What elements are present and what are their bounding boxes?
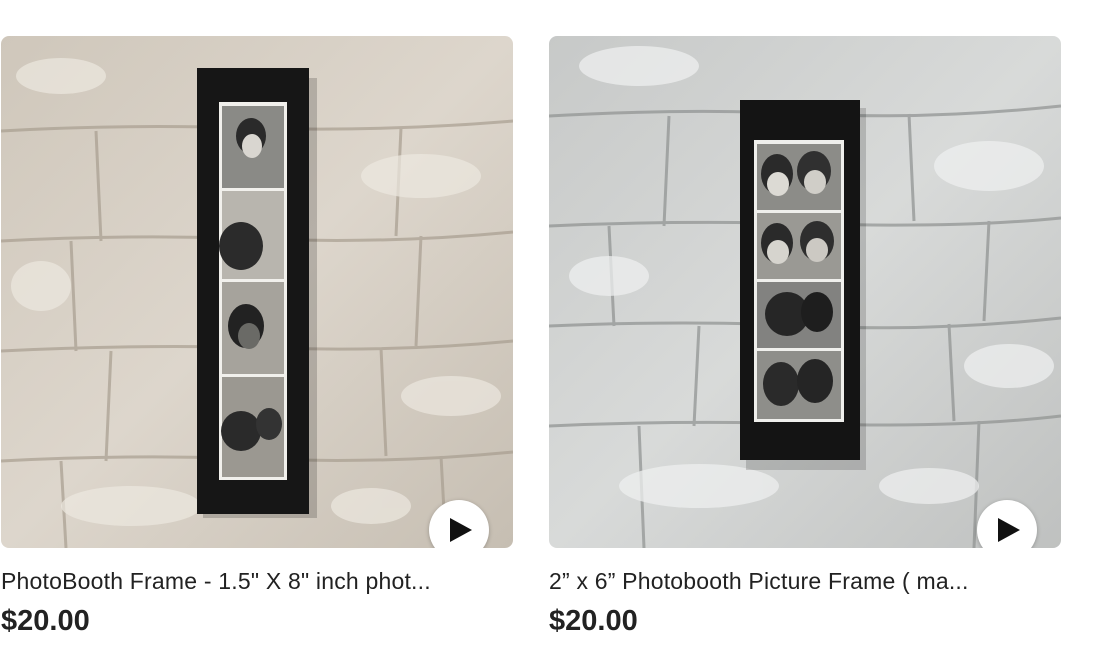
listing-card[interactable]: 2” x 6” Photobooth Picture Frame ( ma...… <box>549 0 1061 652</box>
listing-image[interactable] <box>1 36 513 548</box>
listing-title[interactable]: PhotoBooth Frame - 1.5" X 8" inch phot..… <box>1 566 513 596</box>
listing-price: $20.00 <box>549 605 638 637</box>
play-icon <box>450 518 472 542</box>
listing-price: $20.00 <box>1 605 90 637</box>
listing-card[interactable]: PhotoBooth Frame - 1.5" X 8" inch phot..… <box>1 0 513 652</box>
listing-title[interactable]: 2” x 6” Photobooth Picture Frame ( ma... <box>549 566 1061 596</box>
listing-photo <box>549 36 1061 548</box>
play-icon <box>998 518 1020 542</box>
listing-photo <box>1 36 513 548</box>
listing-image[interactable] <box>549 36 1061 548</box>
listing-grid: PhotoBooth Frame - 1.5" X 8" inch phot..… <box>0 0 1104 652</box>
